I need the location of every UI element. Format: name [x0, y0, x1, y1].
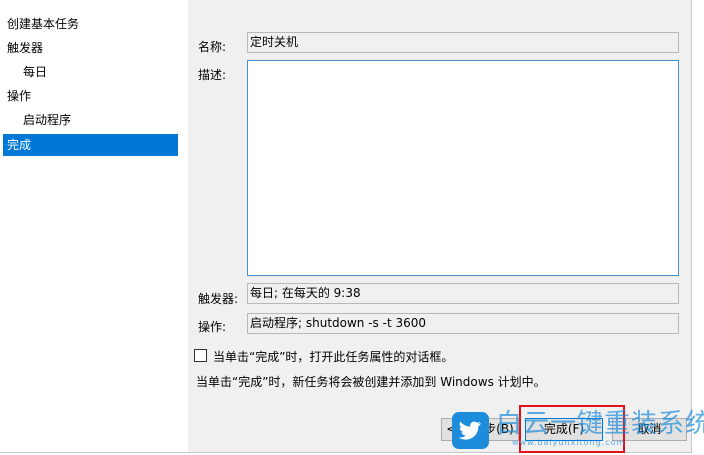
- step-start-program[interactable]: 启动程序: [3, 109, 178, 131]
- step-action[interactable]: 操作: [3, 85, 178, 107]
- name-field[interactable]: 定时关机: [247, 32, 679, 53]
- finish-button[interactable]: 完成(F): [525, 418, 603, 441]
- trigger-label: 触发器:: [198, 292, 239, 306]
- step-daily[interactable]: 每日: [3, 61, 178, 83]
- step-finish[interactable]: 完成: [3, 134, 178, 156]
- finish-note: 当单击“完成”时，新任务将会被创建并添加到 Windows 计划中。: [196, 375, 546, 389]
- action-label: 操作:: [198, 320, 227, 334]
- description-textbox[interactable]: [247, 60, 679, 276]
- cancel-button[interactable]: 取消: [612, 418, 687, 441]
- action-field: 启动程序; shutdown -s -t 3600: [247, 313, 679, 334]
- create-basic-task-wizard: 创建基本任务 触发器 每日 操作 启动程序 完成 名称: 定时关机 描述: 触发…: [0, 0, 692, 453]
- name-label: 名称:: [198, 40, 227, 54]
- open-properties-checkbox-label[interactable]: 当单击“完成”时，打开此任务属性的对话框。: [213, 348, 453, 365]
- step-trigger[interactable]: 触发器: [3, 37, 178, 59]
- wizard-steps-sidebar: 创建基本任务 触发器 每日 操作 启动程序 完成: [0, 10, 188, 452]
- description-label: 描述:: [198, 68, 227, 82]
- summary-panel: 名称: 定时关机 描述: 触发器: 每日; 在每天的 9:38 操作: 启动程序…: [188, 0, 691, 452]
- open-properties-checkbox[interactable]: [194, 349, 207, 362]
- trigger-field: 每日; 在每天的 9:38: [247, 283, 679, 304]
- back-button[interactable]: < 上一步(B): [441, 418, 519, 441]
- step-create-basic-task[interactable]: 创建基本任务: [3, 13, 178, 35]
